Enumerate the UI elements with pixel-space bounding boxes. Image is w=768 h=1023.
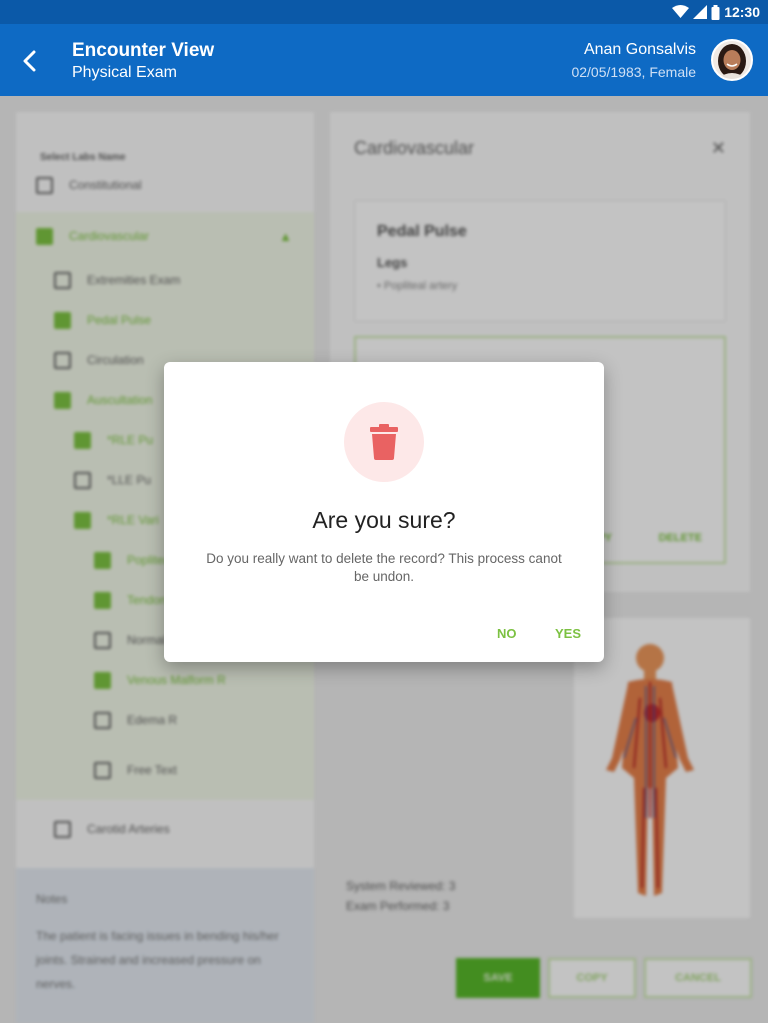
status-bar: 12:30 <box>0 0 768 24</box>
page-subtitle: Physical Exam <box>72 64 177 81</box>
wifi-icon <box>672 5 690 18</box>
trash-icon <box>370 424 398 460</box>
patient-name: Anan Gonsalvis <box>583 41 696 58</box>
dialog-message: Do you really want to delete the record?… <box>206 551 562 584</box>
battery-icon <box>711 4 720 20</box>
patient-dob-gender: 02/05/1983, Female <box>571 64 696 80</box>
dialog-title: Are you sure? <box>312 507 456 533</box>
patient-avatar[interactable] <box>711 39 753 81</box>
confirm-delete-dialog: Are you sure? Do you really want to dele… <box>164 362 604 662</box>
yes-button[interactable]: YES <box>555 626 581 641</box>
status-time: 12:30 <box>724 4 760 20</box>
signal-icon <box>693 5 708 19</box>
app-bar: Encounter View Physical Exam Anan Gonsal… <box>0 24 768 96</box>
back-arrow-icon[interactable] <box>14 46 44 76</box>
trash-icon-container <box>344 402 424 482</box>
page-title: Encounter View <box>72 40 215 61</box>
no-button[interactable]: NO <box>497 626 517 641</box>
